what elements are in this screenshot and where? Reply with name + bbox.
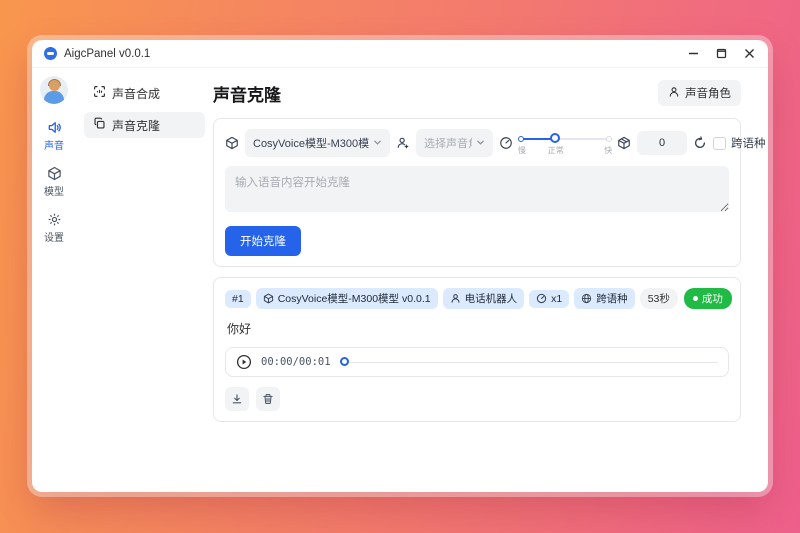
result-index-badge: #1 (225, 290, 251, 308)
seed-box-icon (617, 136, 631, 150)
minimize-icon[interactable] (686, 47, 700, 61)
voice-select[interactable]: 选择声音角色 (416, 129, 493, 157)
result-voice-badge: 电话机器人 (443, 288, 525, 309)
play-icon[interactable] (236, 354, 252, 370)
trash-icon[interactable] (256, 387, 280, 411)
voice-synthesis-icon (93, 85, 106, 101)
model-select[interactable]: CosyVoice模型-M300模型 v0.0.1 (245, 129, 390, 157)
start-clone-button[interactable]: 开始克隆 (225, 226, 301, 256)
seed-input[interactable] (637, 131, 687, 155)
subnav: 声音合成 声音克隆 (76, 68, 213, 492)
page-title: 声音克隆 (213, 81, 281, 106)
subnav-item-label: 声音克隆 (112, 117, 160, 134)
download-icon[interactable] (225, 387, 249, 411)
model-cube-icon (47, 166, 62, 181)
model-cube-icon (263, 293, 274, 304)
rail-item-label: 模型 (44, 183, 64, 198)
subnav-item-label: 声音合成 (112, 85, 160, 102)
speed-label-normal: 正常 (548, 145, 564, 156)
status-dot-icon (693, 296, 698, 301)
speed-label-slow: 慢 (518, 145, 526, 156)
audio-player: 00:00/00:01 (225, 347, 729, 377)
rail-item-voice[interactable]: 声音 (44, 120, 64, 152)
subnav-item-voice-clone[interactable]: 声音克隆 (84, 112, 205, 138)
person-icon (668, 86, 680, 101)
voice-role-button[interactable]: 声音角色 (658, 80, 741, 106)
speed-slider-handle[interactable] (550, 133, 560, 143)
main-content: 声音克隆 声音角色 CosyVoice模型-M300模型 v0.0.1 (213, 68, 768, 492)
rail-item-model[interactable]: 模型 (44, 166, 64, 198)
clone-form-card: CosyVoice模型-M300模型 v0.0.1 选择声音角色 (213, 118, 741, 267)
titlebar: AigcPanel v0.0.1 (32, 40, 768, 68)
avatar[interactable] (40, 76, 68, 104)
rail-item-label: 声音 (44, 137, 64, 152)
globe-icon (581, 293, 592, 304)
duration-badge: 53秒 (640, 288, 678, 309)
person-add-icon (396, 136, 410, 150)
app-icon (44, 47, 57, 60)
chevron-down-icon (476, 134, 485, 152)
rail-item-label: 设置 (44, 229, 64, 244)
icon-rail: 声音 模型 设置 (32, 68, 76, 492)
app-window: AigcPanel v0.0.1 声音 (32, 40, 768, 492)
result-card: #1 CosyVoice模型-M300模型 v0.0.1 电话机器人 x1 (213, 277, 741, 422)
rail-item-settings[interactable]: 设置 (44, 212, 64, 244)
status-badge: 成功 (684, 288, 732, 309)
result-cross-lingual-badge: 跨语种 (574, 288, 635, 309)
clone-text-input[interactable] (225, 166, 729, 212)
speaker-icon (47, 120, 62, 135)
gear-icon (47, 212, 62, 227)
result-model-badge: CosyVoice模型-M300模型 v0.0.1 (256, 288, 438, 309)
close-icon[interactable] (742, 47, 756, 61)
subnav-item-voice-synthesis[interactable]: 声音合成 (84, 80, 205, 106)
result-speed-badge: x1 (529, 290, 569, 308)
speed-label-fast: 快 (604, 145, 612, 156)
person-icon (450, 293, 461, 304)
result-text: 你好 (227, 320, 729, 337)
voice-clone-icon (93, 117, 106, 133)
speed-slider[interactable]: 慢 正常 快 (519, 129, 611, 157)
maximize-icon[interactable] (714, 47, 728, 61)
gauge-icon (499, 136, 513, 150)
chevron-down-icon (373, 134, 382, 152)
model-cube-icon (225, 136, 239, 150)
player-progress-slider[interactable] (340, 356, 718, 368)
checkbox-icon (713, 137, 726, 150)
window-title: AigcPanel v0.0.1 (64, 48, 150, 60)
player-progress-handle[interactable] (340, 357, 349, 366)
refresh-icon[interactable] (693, 136, 707, 150)
player-time: 00:00/00:01 (261, 356, 331, 368)
gauge-icon (536, 293, 547, 304)
cross-lingual-checkbox[interactable]: 跨语种 (713, 135, 766, 151)
